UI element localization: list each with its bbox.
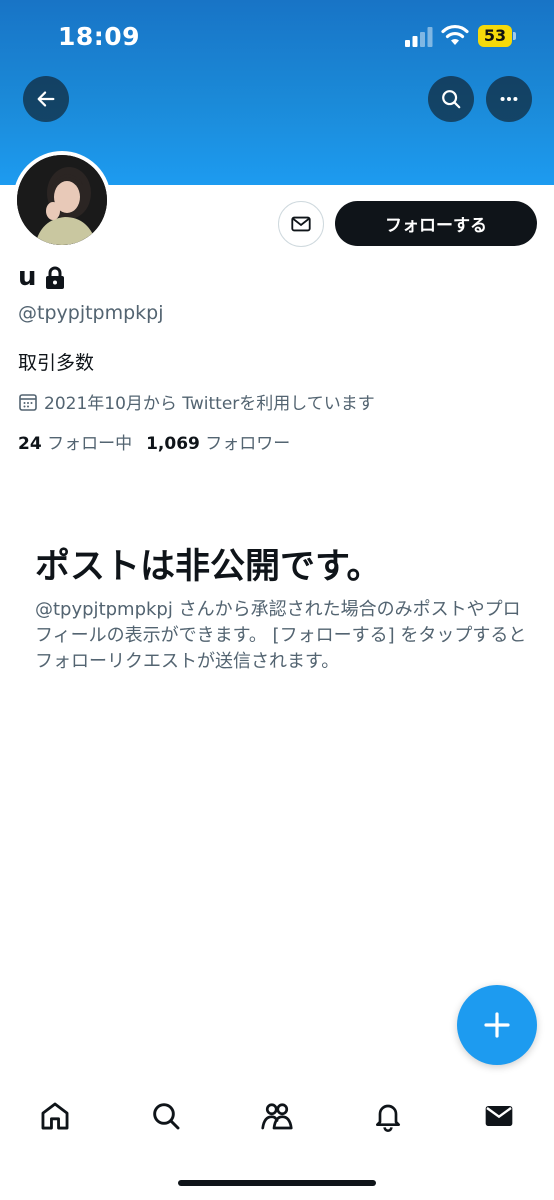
communities-icon [261,1103,293,1130]
status-time: 18:09 [58,22,141,51]
followers-count: 1,069 [146,434,200,454]
more-icon [500,96,518,102]
follow-counts: 24 フォロー中 1,069 フォロワー [18,429,290,454]
display-name: u [18,262,37,292]
user-handle: @tpypjtpmpkpj [18,302,164,324]
search-button[interactable] [428,76,474,122]
status-bar: 18:09 53 [0,0,554,70]
back-button[interactable] [23,76,69,122]
private-description: @tpypjtpmpkpj さんから承認された場合のみポストやプロフィールの表示… [35,599,527,672]
avatar[interactable] [13,151,111,249]
lock-icon [46,266,64,289]
calendar-icon [19,393,37,411]
join-date-text: 2021年10月から Twitterを利用しています [44,394,375,414]
message-button[interactable] [278,201,324,247]
plus-icon [484,1012,510,1038]
home-icon [41,1102,69,1130]
arrow-left-icon [37,91,55,107]
more-button[interactable] [486,76,532,122]
mail-icon [291,216,311,232]
bio: 取引多数 [18,352,95,374]
avatar-photo [17,155,107,245]
bottom-nav [0,1080,554,1152]
nav-search[interactable] [146,1096,186,1136]
compose-button[interactable] [457,985,537,1065]
signal-icon [405,27,433,47]
search-icon [442,90,461,109]
nav-notifications[interactable] [368,1096,408,1136]
private-title: ポストは非公開です。 [35,547,382,587]
join-date: 2021年10月から Twitterを利用しています [18,389,375,414]
search-icon [153,1103,180,1130]
following-count: 24 [18,434,42,454]
notifications-icon [376,1104,400,1132]
battery-level: 53 [478,25,512,47]
nav-messages[interactable] [479,1096,519,1136]
followers-link[interactable]: 1,069 フォロワー [146,434,290,454]
battery-indicator: 53 [478,25,518,47]
nav-communities[interactable] [257,1096,297,1136]
home-indicator [178,1180,376,1186]
messages-icon [485,1106,513,1126]
follow-button[interactable]: フォローする [335,201,537,246]
wifi-icon [441,24,469,45]
nav-home[interactable] [35,1096,75,1136]
followers-label: フォロワー [205,434,291,454]
following-link[interactable]: 24 フォロー中 [18,434,132,454]
following-label: フォロー中 [47,434,133,454]
